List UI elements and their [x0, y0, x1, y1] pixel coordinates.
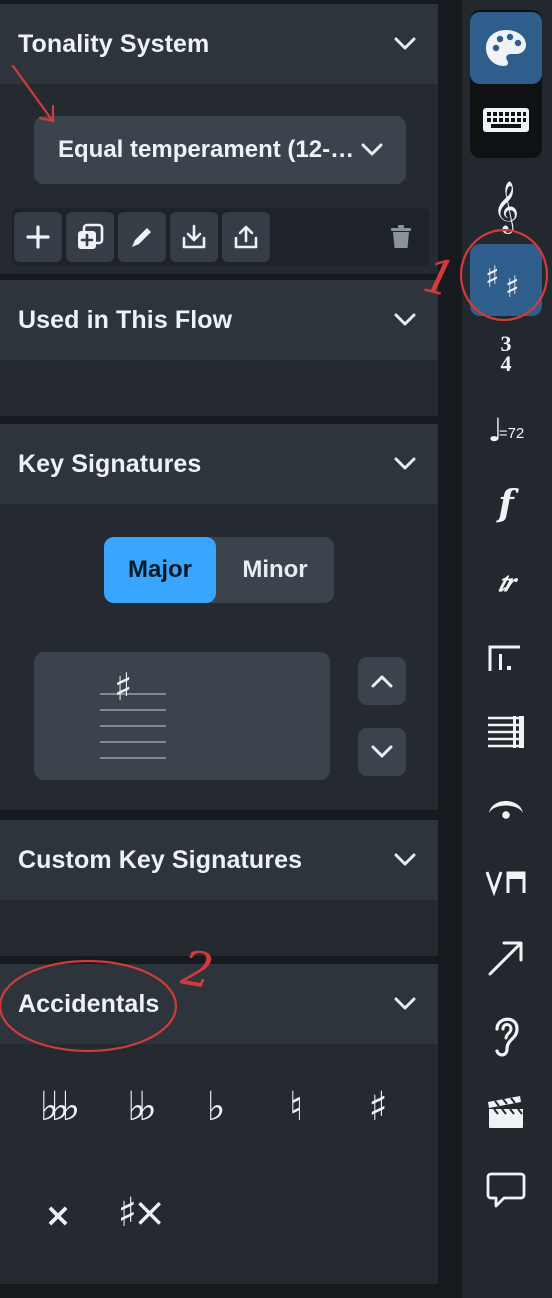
delete-button[interactable] — [386, 222, 416, 252]
sidebar-item-ear[interactable] — [470, 998, 542, 1070]
duplicate-button[interactable] — [66, 212, 114, 262]
sidebar-item-holds-and-pauses[interactable] — [470, 770, 542, 842]
double-flat-icon[interactable]: ♭♭ — [112, 1084, 164, 1130]
tonality-toolbar — [12, 208, 430, 266]
tonality-system-title: Tonality System — [18, 29, 210, 58]
treble-clef-icon: 𝄞 — [492, 180, 519, 232]
palette-icon — [486, 30, 526, 66]
chevron-down-icon[interactable] — [392, 991, 418, 1017]
sidebar-item-comments[interactable] — [470, 1154, 542, 1226]
key-signature-icon: ♯ ♯ — [485, 260, 520, 305]
export-icon — [234, 225, 258, 249]
edit-button[interactable] — [118, 212, 166, 262]
used-in-flow-title: Used in This Flow — [18, 305, 233, 334]
sidebar-item-tempo[interactable]: ♩ =72 — [470, 394, 542, 466]
chevron-down-icon[interactable] — [392, 847, 418, 873]
key-signatures-header[interactable]: Key Signatures — [0, 424, 438, 504]
trash-icon — [391, 225, 411, 248]
used-in-flow-body — [0, 360, 438, 416]
dropdown-value: Equal temperament (12-… — [58, 136, 355, 163]
volta-icon — [488, 645, 520, 671]
sidebar-item-lines[interactable] — [470, 922, 542, 994]
import-icon — [182, 224, 206, 249]
sidebar-item-clefs[interactable]: 𝄞 — [470, 170, 542, 242]
keyboard-icon — [483, 108, 529, 132]
chevron-down-icon[interactable] — [392, 307, 418, 333]
accidentals-header[interactable]: Accidentals — [0, 964, 438, 1044]
sidebar-item-playing-techniques[interactable] — [470, 846, 542, 918]
sidebar-item-bars[interactable] — [470, 696, 542, 768]
comment-icon — [486, 1172, 526, 1208]
minor-button[interactable]: Minor — [216, 537, 334, 603]
triple-sharp-icon[interactable]: ♯× — [110, 1190, 170, 1236]
accidentals-title: Accidentals — [18, 989, 160, 1018]
tempo-label: =72 — [498, 424, 525, 442]
custom-key-signatures-header[interactable]: Custom Key Signatures — [0, 820, 438, 900]
sidebar-item-palette[interactable] — [470, 12, 542, 84]
chevron-down-icon[interactable] — [392, 451, 418, 477]
sidebar-item-repeat-structures[interactable] — [470, 622, 542, 694]
time-sig-denominator: 4 — [500, 351, 512, 376]
chevron-up-icon — [371, 675, 393, 688]
dynamics-icon: f — [498, 483, 514, 525]
bars-icon — [488, 716, 524, 748]
mode-toggle: Major Minor — [104, 537, 334, 603]
tonality-system-header[interactable]: Tonality System — [0, 4, 438, 84]
arrow-line-icon — [488, 941, 523, 976]
import-button[interactable] — [170, 212, 218, 262]
trill-icon: 𝆖 — [498, 565, 514, 598]
edit-icon — [132, 228, 151, 247]
natural-icon[interactable]: ♮ — [278, 1084, 314, 1130]
chevron-down-icon[interactable] — [392, 31, 418, 57]
add-icon — [26, 225, 50, 249]
sidebar-item-time-signatures[interactable]: 3 4 — [470, 318, 542, 390]
chevron-down-icon — [371, 745, 393, 758]
add-button[interactable] — [14, 212, 62, 262]
fermata-icon — [489, 801, 523, 819]
transpose-down-button[interactable] — [358, 728, 406, 776]
duplicate-icon — [78, 223, 104, 249]
sharp-icon[interactable]: ♯ — [358, 1084, 398, 1130]
custom-key-signatures-body — [0, 900, 438, 956]
custom-key-signatures-title: Custom Key Signatures — [18, 845, 303, 874]
key-signatures-title: Key Signatures — [18, 449, 202, 478]
sidebar-item-key-signatures[interactable]: ♯ ♯ — [470, 244, 542, 316]
triple-flat-icon[interactable]: ♭♭♭ — [28, 1084, 84, 1130]
ear-icon — [495, 1017, 519, 1057]
flat-icon[interactable]: ♭ — [198, 1084, 234, 1130]
key-signature-preview[interactable]: ♯ — [34, 652, 330, 780]
tonality-system-dropdown[interactable]: Equal temperament (12-… — [34, 116, 406, 184]
sharp-glyph: ♯ — [114, 665, 133, 709]
major-button[interactable]: Major — [104, 537, 216, 603]
used-in-flow-header[interactable]: Used in This Flow — [0, 280, 438, 360]
sidebar-item-keyboard[interactable] — [470, 86, 542, 154]
accidentals-body — [0, 1044, 438, 1284]
transpose-up-button[interactable] — [358, 657, 406, 705]
bowing-icon — [485, 871, 526, 897]
clapperboard-icon — [488, 1096, 523, 1128]
chevron-down-icon — [361, 143, 383, 156]
staff-lines — [100, 693, 166, 759]
double-sharp-icon[interactable]: × — [38, 1196, 78, 1234]
sidebar-item-cues[interactable] — [470, 1076, 542, 1148]
sidebar-item-dynamics[interactable]: f — [470, 468, 542, 540]
export-button[interactable] — [222, 212, 270, 262]
sidebar-item-ornaments[interactable]: 𝆖 — [470, 546, 542, 618]
